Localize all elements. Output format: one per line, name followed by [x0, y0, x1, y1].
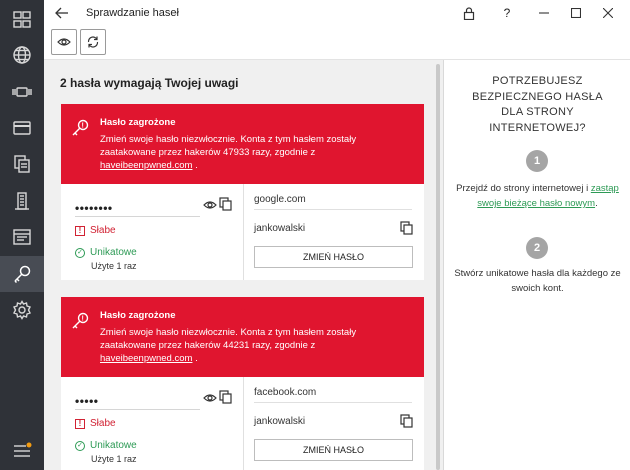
password-card: ! Hasło zagrożone Zmień swoje hasło niez… — [61, 297, 424, 470]
key-icon[interactable] — [0, 256, 44, 292]
dashboard-icon[interactable] — [0, 2, 44, 38]
uniqueness-row: ✓ Unikatowe — [75, 440, 137, 451]
check-circle-icon: ✓ — [75, 247, 85, 258]
copy-password-icon[interactable] — [219, 197, 232, 211]
warning-icon: ! — [75, 418, 85, 429]
card-body: ••••• ! Słabe ✓ Unikatowe Użyte 1 raz face… — [61, 377, 424, 470]
webcam-icon[interactable] — [0, 74, 44, 110]
alert-text: Zmień swoje hasło niezwłocznie. Konta z … — [100, 327, 357, 364]
strength-row: ! Słabe — [75, 418, 116, 429]
lock-icon[interactable] — [456, 3, 482, 23]
change-password-button[interactable]: ZMIEŃ HASŁO — [254, 439, 413, 461]
password-field[interactable]: •••••••• — [75, 201, 113, 215]
alert-title: Hasło zagrożone — [100, 117, 176, 128]
svg-text:!: ! — [82, 123, 84, 130]
step-2-text: Stwórz unikatowe hasła dla każdego ze sw… — [454, 268, 621, 294]
site-name: google.com — [254, 194, 306, 205]
globe-icon[interactable] — [0, 37, 44, 73]
password-field[interactable]: ••••• — [75, 394, 99, 408]
back-arrow-icon[interactable] — [52, 4, 72, 22]
eye-icon[interactable] — [203, 391, 217, 405]
copy-username-icon[interactable] — [400, 414, 413, 428]
scrollbar[interactable] — [436, 64, 440, 470]
menu-icon[interactable] — [0, 432, 44, 468]
eye-icon — [57, 38, 71, 46]
risk-alert: ! Hasło zagrożone Zmień swoje hasło niez… — [61, 297, 424, 377]
card-body: •••••••• ! Słabe ✓ Unikatowe Użyte 1 raz g… — [61, 184, 424, 280]
list-heading: 2 hasła wymagają Twojej uwagi — [60, 76, 239, 90]
step-1-text: Przejdź do strony internetowej i zastąp … — [456, 183, 619, 209]
tips-panel: POTRZEBUJESZ BEZPIECZNEGO HASŁA DLA STRO… — [443, 60, 630, 470]
risk-alert: ! Hasło zagrożone Zmień swoje hasło niez… — [61, 104, 424, 184]
warning-icon: ! — [75, 225, 85, 236]
alert-text: Zmień swoje hasło niezwłocznie. Konta z … — [100, 134, 357, 171]
strength-label: Słabe — [90, 225, 116, 236]
strength-label: Słabe — [90, 418, 116, 429]
usage-count: Użyte 1 raz — [91, 454, 137, 464]
eye-icon[interactable] — [203, 198, 217, 212]
documents-icon[interactable] — [0, 146, 44, 182]
building-icon[interactable] — [0, 183, 44, 219]
refresh-icon — [87, 36, 99, 48]
password-card: ! Hasło zagrożone Zmień swoje hasło niez… — [61, 104, 424, 280]
step-2-badge: 2 — [526, 237, 548, 259]
uniqueness-label: Unikatowe — [90, 247, 137, 258]
notes-icon[interactable] — [0, 219, 44, 255]
alert-title: Hasło zagrożone — [100, 310, 176, 321]
password-list: 2 hasła wymagają Twojej uwagi ! Hasło za… — [44, 60, 443, 470]
change-password-button[interactable]: ZMIEŃ HASŁO — [254, 246, 413, 268]
refresh-button[interactable] — [80, 29, 106, 55]
step-1-badge: 1 — [526, 150, 548, 172]
settings-icon[interactable] — [0, 292, 44, 328]
maximize-icon[interactable] — [563, 3, 589, 23]
title-bar: Sprawdzanie haseł ? — [44, 0, 630, 26]
username: jankowalski — [254, 223, 306, 234]
check-circle-icon: ✓ — [75, 440, 85, 451]
copy-password-icon[interactable] — [219, 390, 232, 404]
copy-username-icon[interactable] — [400, 221, 413, 235]
minimize-icon[interactable] — [531, 3, 557, 23]
close-icon[interactable] — [595, 3, 621, 23]
help-icon[interactable]: ? — [494, 3, 520, 23]
site-name: facebook.com — [254, 387, 317, 398]
sidebar — [0, 0, 44, 470]
strength-row: ! Słabe — [75, 225, 116, 236]
key-warning-icon: ! — [72, 119, 89, 136]
toolbar — [44, 26, 630, 60]
username: jankowalski — [254, 416, 306, 427]
hibp-link[interactable]: haveibeenpwned.com — [100, 160, 192, 171]
hibp-link[interactable]: haveibeenpwned.com — [100, 353, 192, 364]
usage-count: Użyte 1 raz — [91, 261, 137, 271]
card-icon[interactable] — [0, 110, 44, 146]
svg-text:!: ! — [82, 316, 84, 323]
show-passwords-button[interactable] — [51, 29, 77, 55]
uniqueness-label: Unikatowe — [90, 440, 137, 451]
tips-title: POTRZEBUJESZ BEZPIECZNEGO HASŁA DLA STRO… — [472, 75, 603, 134]
key-warning-icon: ! — [72, 312, 89, 329]
uniqueness-row: ✓ Unikatowe — [75, 247, 137, 258]
window-title: Sprawdzanie haseł — [86, 7, 179, 19]
